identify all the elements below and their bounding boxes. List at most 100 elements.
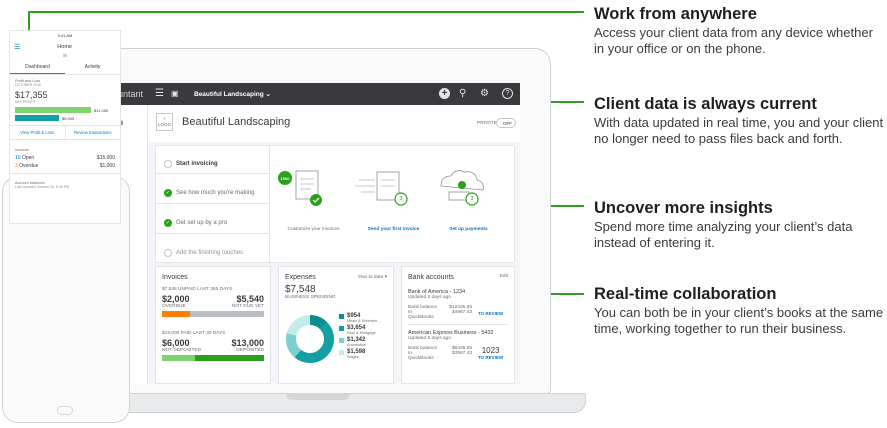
qb-balance-label: In QuickBooks xyxy=(408,310,434,320)
phone-accounts-updated: Last Updated October 20, 5:45 PM xyxy=(15,185,70,189)
review-transactions-link[interactable]: Review transactions xyxy=(66,126,121,139)
bank-balance-label: Bank balance xyxy=(408,305,438,310)
qb-balance-value: $3987.43 xyxy=(451,351,472,356)
view-pl-link[interactable]: View Profit & Loss xyxy=(10,126,66,139)
paid-label: $19,000 PAID LAST 30 DAYS xyxy=(162,331,226,336)
review-link[interactable]: TO REVIEW xyxy=(478,355,503,360)
callout-title: Client data is always current xyxy=(594,95,817,113)
link-send-first-invoice[interactable]: Send your first invoice xyxy=(361,227,426,232)
privacy-label: PRIVATE xyxy=(477,121,497,126)
checkmark-icon: ✓ xyxy=(164,219,172,227)
phone-overdue-count: 3 xyxy=(15,163,18,169)
bank-balance-label: Bank balance xyxy=(408,346,438,351)
phone-overdue-row[interactable]: 3 Overdue $1,000 xyxy=(15,163,115,169)
callout-work-anywhere: Work from anywhere Access your client da… xyxy=(594,5,884,57)
company-switcher[interactable]: Beautiful Landscaping ⌄ xyxy=(194,90,271,98)
setup-illustrations xyxy=(278,170,484,206)
phone-status-time: 9:41 AM xyxy=(57,33,73,38)
setup-step[interactable]: ✓ See how much you're making xyxy=(156,174,269,204)
link-set-up-payments[interactable]: Set up payments xyxy=(436,227,501,232)
paid-row: $6,000 $13,000 xyxy=(162,338,264,348)
bank-account-updated: Updated 5 days ago xyxy=(408,295,451,300)
add-icon[interactable]: + xyxy=(439,88,450,99)
expense-legend-item[interactable]: $954 Meals & Entertain... xyxy=(339,313,393,323)
phone-income-bar xyxy=(15,107,91,113)
phone-expense-value: $5,905 xyxy=(62,115,75,121)
company-title: Beautiful Landscaping xyxy=(182,116,291,128)
briefcase-icon[interactable]: ▣ xyxy=(171,88,179,100)
phone-open-row[interactable]: 10 Open $15,000 xyxy=(15,155,115,161)
setup-step[interactable]: Start invoicing xyxy=(156,146,269,174)
phone-overdue-label: Overdue xyxy=(19,163,39,169)
bank-account[interactable]: Bank of America - 1234 Updated 5 days ag… xyxy=(408,289,508,325)
legend-text: $3,654 Rent & Mortgage xyxy=(347,325,376,335)
expenses-card: Expenses Year to date ▾ $7,548 BUSINESS … xyxy=(278,266,394,384)
privacy-toggle-state: OFF xyxy=(503,121,512,126)
bank-account-updated: Updated 5 days ago xyxy=(408,336,451,341)
expenses-range-select[interactable]: Year to date ▾ xyxy=(358,275,387,280)
bank-header: Bank accounts Edit xyxy=(408,274,508,281)
connector-line-top xyxy=(28,11,584,13)
expense-legend-item[interactable]: $3,654 Rent & Mortgage xyxy=(339,325,393,335)
menu-icon[interactable]: ☰ xyxy=(155,88,164,100)
link-customize-invoices[interactable]: Customize your invoices xyxy=(281,227,346,232)
paid-bar[interactable] xyxy=(162,355,264,361)
legend-label: Automotive xyxy=(347,343,366,347)
callout-data-current: Client data is always current With data … xyxy=(594,95,884,147)
overdue-label: OVERDUE xyxy=(162,304,186,309)
paid-labels: NOT DEPOSITED DEPOSITED xyxy=(162,348,264,353)
badge-payments: 3 xyxy=(470,196,474,202)
bank-accounts-card: Bank accounts Edit Bank of America - 123… xyxy=(401,266,515,384)
qb-balance-value: $4987.43 xyxy=(451,310,472,315)
qb-balance-label: In QuickBooks xyxy=(408,351,434,361)
phone-pl-card[interactable]: Profit and Loss OCTOBER 2016 $17,355 NET… xyxy=(10,75,120,126)
unpaid-bar[interactable] xyxy=(162,311,264,317)
review-link[interactable]: TO REVIEW xyxy=(478,305,503,320)
expense-legend-item[interactable]: $1,342 Automotive xyxy=(339,337,393,347)
bank-balance-row: Bank balance In QuickBooks $6435.65 $3987.… xyxy=(408,346,508,361)
legend-label: Rent & Mortgage xyxy=(347,331,376,335)
legend-text: $1,342 Automotive xyxy=(347,337,366,347)
gear-icon[interactable]: ⚙ xyxy=(480,88,489,100)
expenses-donut[interactable] xyxy=(284,313,336,365)
setup-step[interactable]: ✓ Get set up by a pro xyxy=(156,204,269,234)
invoices-title: Invoices xyxy=(162,274,188,281)
phone-tab-activity[interactable]: Activity xyxy=(65,61,120,74)
deposited-bar xyxy=(194,355,264,361)
help-icon[interactable]: ? xyxy=(502,88,513,99)
setup-step-label: Start invoicing xyxy=(176,160,218,167)
badge-invoice: 1000 xyxy=(280,176,290,181)
legend-swatch xyxy=(339,350,344,355)
phone-home-button xyxy=(57,406,73,415)
bank-edit-link[interactable]: Edit xyxy=(500,274,508,281)
phone-invoices-card[interactable]: Invoices 10 Open $15,000 3 Overdue $1,00… xyxy=(10,144,120,174)
privacy-toggle[interactable]: OFF xyxy=(496,118,516,128)
phone-tab-dashboard[interactable]: Dashboard xyxy=(10,61,65,74)
review-count-block[interactable]: 1023 TO REVIEW xyxy=(478,346,503,361)
setup-step[interactable]: Add the finishing touches xyxy=(156,234,269,262)
setup-steps: Start invoicing ✓ See how much you're ma… xyxy=(156,146,270,264)
bank-account[interactable]: American Express Business - 5432 Updated… xyxy=(408,330,508,361)
expense-legend-item[interactable]: $1,598 Wages xyxy=(339,349,393,359)
hamburger-icon[interactable]: ☰ xyxy=(14,43,20,51)
phone-accounts-card[interactable]: Account balances Last Updated October 20… xyxy=(10,177,120,193)
notdue-bar xyxy=(189,311,264,317)
deposited-value: $13,000 xyxy=(231,338,264,348)
overdue-row: $2,000 $5,540 xyxy=(162,294,264,304)
bank-title: Bank accounts xyxy=(408,274,454,281)
notdue-label: NOT DUE YET xyxy=(231,304,264,309)
review-count: 1023 xyxy=(481,346,500,355)
callout-insights: Uncover more insights Spend more time an… xyxy=(594,199,884,251)
phone-tabs: Dashboard Activity xyxy=(10,61,120,75)
phone-income-row: $11,450 xyxy=(15,107,115,113)
expenses-total-label: BUSINESS SPENDING xyxy=(285,295,336,300)
phone-pl-period: OCTOBER 2016 xyxy=(15,83,42,87)
search-icon[interactable]: ⚲ xyxy=(459,88,466,100)
notdeposited-bar xyxy=(162,355,195,361)
setup-step-label: Add the finishing touches xyxy=(176,249,244,256)
phone-invoices-title: Invoices xyxy=(15,148,29,152)
notdue-value: $5,540 xyxy=(236,294,264,304)
badge-send: 3 xyxy=(399,196,403,202)
callout-body: With data updated in real time, you and … xyxy=(594,115,884,146)
logo-placeholder[interactable]: + LOGO xyxy=(156,113,173,131)
